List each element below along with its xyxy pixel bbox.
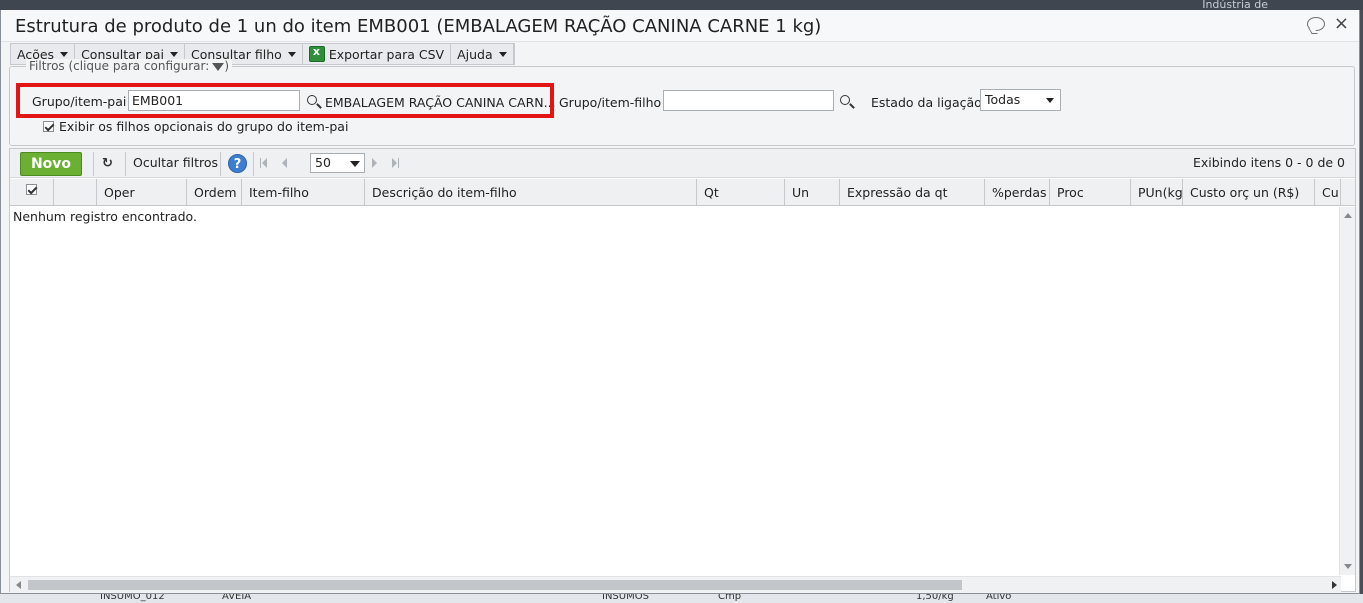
chevron-down-icon xyxy=(498,51,507,57)
last-page-icon[interactable] xyxy=(392,158,397,168)
chevron-down-icon xyxy=(1046,98,1054,103)
chevron-down-icon xyxy=(287,51,296,57)
toolbar-divider xyxy=(253,152,254,176)
grid-toolbar: Novo ↻ Ocultar filtros ? 50 Exibindo ite… xyxy=(10,149,1355,178)
column-header-cu[interactable]: Cu xyxy=(1315,179,1341,206)
empty-message: Nenhum registro encontrado. xyxy=(13,209,197,224)
refresh-icon[interactable]: ↻ xyxy=(102,157,116,170)
background-cell: 1,50/kg xyxy=(916,594,954,602)
column-header-item-filho[interactable]: Item-filho xyxy=(242,179,365,206)
filters-legend[interactable]: Filtros (clique para configurar:) xyxy=(26,59,232,73)
grupo-filho-label: Grupo/item-filho xyxy=(559,95,662,110)
column-header-expressao[interactable]: Expressão da qt xyxy=(840,179,985,206)
select-all-header[interactable] xyxy=(10,179,54,206)
menu-ajuda[interactable]: Ajuda xyxy=(451,44,514,64)
page-size-select[interactable]: 50 xyxy=(310,153,365,173)
select-all-checkbox[interactable] xyxy=(26,184,37,195)
estado-ligacao-value: Todas xyxy=(985,92,1021,107)
dialog-title: Estrutura de produto de 1 un do item EMB… xyxy=(15,16,822,37)
novo-button[interactable]: Novo xyxy=(20,152,82,176)
estado-ligacao-label: Estado da ligação xyxy=(871,95,982,110)
filters-legend-text: Filtros (clique para configurar: xyxy=(29,59,210,73)
next-page-icon[interactable] xyxy=(372,158,377,168)
scroll-up-icon[interactable] xyxy=(1344,213,1352,218)
column-header-proc[interactable]: Proc xyxy=(1050,179,1131,206)
scroll-right-icon[interactable] xyxy=(1332,581,1337,589)
scrollbar-thumb[interactable] xyxy=(28,580,962,590)
background-cell: Ativo xyxy=(986,594,1012,602)
dialog-titlebar: Estrutura de produto de 1 un do item EMB… xyxy=(1,10,1359,42)
column-header-perdas[interactable]: %perdas xyxy=(985,179,1050,206)
scroll-left-icon[interactable] xyxy=(16,581,21,589)
column-header-descricao[interactable]: Descrição do item-filho xyxy=(365,179,697,206)
column-header-custo[interactable]: Custo orç un (R$) xyxy=(1183,179,1315,206)
estado-ligacao-select[interactable]: Todas xyxy=(980,89,1061,111)
horizontal-scrollbar[interactable] xyxy=(10,576,1341,592)
background-header: Indústria de xyxy=(0,0,1363,11)
menu-exportar-csv-label: Exportar para CSV xyxy=(328,46,445,62)
close-icon[interactable]: × xyxy=(1334,13,1349,34)
toolbar-divider xyxy=(220,152,221,176)
chevron-down-icon xyxy=(350,161,360,167)
scroll-down-icon[interactable] xyxy=(1344,564,1352,569)
last-page-icon-bar xyxy=(398,158,399,168)
prev-page-icon[interactable] xyxy=(282,158,287,168)
background-cell: Cmp xyxy=(718,594,742,602)
vertical-scrollbar[interactable] xyxy=(1339,207,1355,575)
first-page-icon-bar xyxy=(260,158,261,168)
first-page-icon[interactable] xyxy=(262,158,267,168)
exibir-filhos-checkbox[interactable] xyxy=(43,121,54,132)
background-cell: INSUMO_012 xyxy=(100,594,165,602)
background-table-row: INSUMO_012 AVEIA INSUMOS Cmp 1,50/kg Ati… xyxy=(0,594,1363,603)
exibir-filhos-label: Exibir os filhos opcionais do grupo do i… xyxy=(59,119,349,134)
chevron-down-icon xyxy=(60,51,69,57)
column-header-qt[interactable]: Qt xyxy=(697,179,785,206)
toolbar-divider xyxy=(125,152,126,176)
grupo-filho-input[interactable] xyxy=(663,90,834,111)
table-header: Oper Ordem Item-filho Descrição do item-… xyxy=(10,179,1355,206)
items-count: Exibindo itens 0 - 0 de 0 xyxy=(1192,155,1345,170)
chevron-down-icon xyxy=(170,51,179,57)
column-header-ordem[interactable]: Ordem xyxy=(187,179,242,206)
page-size-value: 50 xyxy=(315,155,331,170)
funnel-icon[interactable] xyxy=(212,62,225,71)
filters-legend-end: ) xyxy=(224,59,229,73)
menu-ajuda-label: Ajuda xyxy=(457,46,493,62)
column-header-pun[interactable]: PUn(kg) xyxy=(1131,179,1183,206)
column-header-un[interactable]: Un xyxy=(785,179,840,206)
background-cell: AVEIA xyxy=(222,594,252,602)
grid-panel: Novo ↻ Ocultar filtros ? 50 Exibindo ite… xyxy=(9,148,1356,592)
menu-exportar-csv[interactable]: Exportar para CSV xyxy=(303,44,452,64)
excel-icon xyxy=(308,45,325,62)
highlight-box xyxy=(16,83,554,118)
background-cell: INSUMOS xyxy=(602,594,649,602)
help-icon[interactable]: ? xyxy=(228,154,247,173)
column-header-blank xyxy=(54,179,97,206)
toolbar-divider xyxy=(93,152,94,176)
chat-icon[interactable] xyxy=(1307,17,1325,31)
column-header-oper[interactable]: Oper xyxy=(97,179,187,206)
search-icon[interactable] xyxy=(840,95,850,105)
ocultar-filtros-button[interactable]: Ocultar filtros xyxy=(133,155,218,170)
